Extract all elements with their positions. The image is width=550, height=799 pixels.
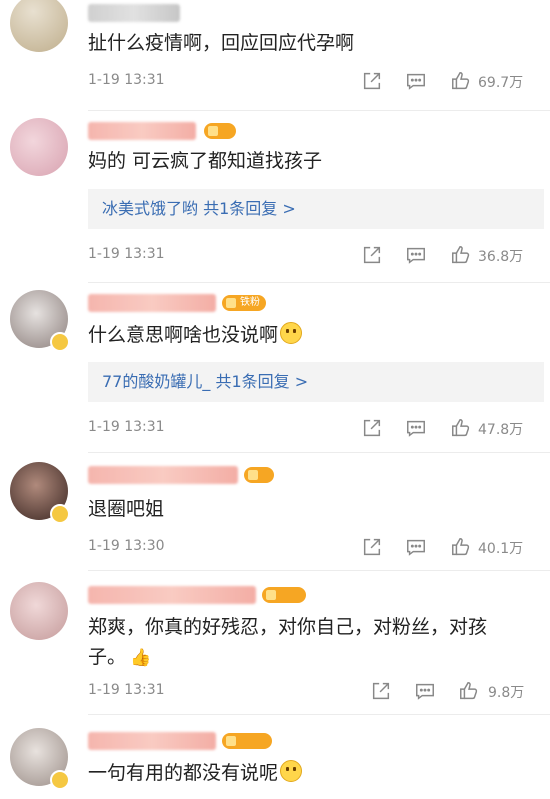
username-blurred[interactable]	[88, 122, 196, 140]
comment-text: 什么意思啊啥也没说啊	[88, 320, 540, 350]
share-icon[interactable]	[370, 680, 392, 702]
smile-emoji-icon	[280, 322, 303, 344]
level-badge	[262, 587, 306, 603]
comment-item: 退圈吧姐 1-19 13:30 40.1万	[0, 454, 550, 572]
comment-meta: 1-19 13:31 36.8万	[88, 242, 544, 268]
fan-badge: 铁粉	[222, 295, 266, 311]
comment-time: 1-19 13:31	[88, 682, 165, 698]
reply-preview[interactable]: 77的酸奶罐儿_ 共1条回复 >	[88, 362, 544, 402]
thumbs-up-icon[interactable]	[450, 417, 472, 439]
comment-meta: 1-19 13:31 47.8万	[88, 415, 544, 441]
comment-item: 铁粉 什么意思啊啥也没说啊 77的酸奶罐儿_ 共1条回复 > 1-19 13:3…	[0, 284, 550, 454]
comment-text: 妈的 可云疯了都知道找孩子	[88, 150, 323, 172]
share-icon[interactable]	[361, 536, 383, 558]
like-count: 36.8万	[478, 249, 524, 265]
share-icon[interactable]	[361, 70, 383, 92]
verified-badge	[50, 332, 70, 352]
like-count: 47.8万	[478, 422, 524, 438]
verified-badge	[50, 770, 70, 790]
avatar[interactable]	[10, 118, 68, 176]
comment-icon[interactable]	[405, 417, 427, 439]
comment-text: 郑爽，你真的好残忍，对你自己，对粉丝，对孩 子。 👍	[88, 612, 540, 673]
level-badge	[222, 733, 272, 749]
username-blurred[interactable]	[88, 586, 256, 604]
divider	[88, 110, 550, 111]
thumbs-up-icon[interactable]	[450, 244, 472, 266]
comment-item: 一句有用的都没有说呢	[0, 716, 550, 799]
divider	[88, 282, 550, 283]
thumbs-up-icon[interactable]	[458, 680, 480, 702]
like-count: 40.1万	[478, 541, 524, 557]
comment-item: 郑爽，你真的好残忍，对你自己，对粉丝，对孩 子。 👍 1-19 13:31 9.8…	[0, 572, 550, 716]
share-icon[interactable]	[361, 417, 383, 439]
username-blurred[interactable]	[88, 294, 216, 312]
username-blurred[interactable]	[88, 732, 216, 750]
level-badge	[244, 467, 274, 483]
comment-text: 扯什么疫情啊，回应回应代孕啊	[88, 32, 355, 54]
thumbs-up-icon[interactable]	[450, 536, 472, 558]
divider	[88, 452, 550, 453]
comment-time: 1-19 13:31	[88, 72, 165, 88]
like-count: 9.8万	[488, 685, 525, 701]
comment-text: 退圈吧姐	[88, 498, 165, 520]
thumbs-up-emoji-icon: 👍	[130, 648, 152, 668]
comment-icon[interactable]	[405, 536, 427, 558]
divider	[88, 714, 550, 715]
level-badge	[204, 123, 236, 139]
verified-badge	[50, 504, 70, 524]
username-blurred[interactable]	[88, 4, 180, 22]
avatar[interactable]	[10, 0, 68, 52]
comment-time: 1-19 13:30	[88, 538, 165, 554]
comment-meta: 1-19 13:31 69.7万	[88, 68, 544, 94]
comment-meta: 1-19 13:30 40.1万	[88, 534, 544, 560]
comment-text: 一句有用的都没有说呢	[88, 758, 540, 788]
reply-preview[interactable]: 冰美式饿了哟 共1条回复 >	[88, 189, 544, 229]
comment-time: 1-19 13:31	[88, 246, 165, 262]
share-icon[interactable]	[361, 244, 383, 266]
like-count: 69.7万	[478, 75, 524, 91]
thumbs-up-icon[interactable]	[450, 70, 472, 92]
comment-time: 1-19 13:31	[88, 419, 165, 435]
divider	[88, 570, 550, 571]
comment-icon[interactable]	[405, 70, 427, 92]
avatar[interactable]	[10, 582, 68, 640]
comment-text-content: 一句有用的都没有说呢	[88, 762, 279, 784]
comment-icon[interactable]	[405, 244, 427, 266]
comment-feed: 扯什么疫情啊，回应回应代孕啊 1-19 13:31 69.7万 妈的 可云疯了都…	[0, 0, 550, 799]
comment-item: 扯什么疫情啊，回应回应代孕啊 1-19 13:31 69.7万	[0, 0, 550, 112]
comment-meta: 1-19 13:31 9.8万	[88, 678, 544, 704]
username-blurred[interactable]	[88, 466, 238, 484]
comment-icon[interactable]	[414, 680, 436, 702]
smile-emoji-icon	[280, 760, 303, 782]
comment-item: 妈的 可云疯了都知道找孩子 冰美式饿了哟 共1条回复 > 1-19 13:31 …	[0, 112, 550, 284]
comment-text-content: 什么意思啊啥也没说啊	[88, 324, 279, 346]
